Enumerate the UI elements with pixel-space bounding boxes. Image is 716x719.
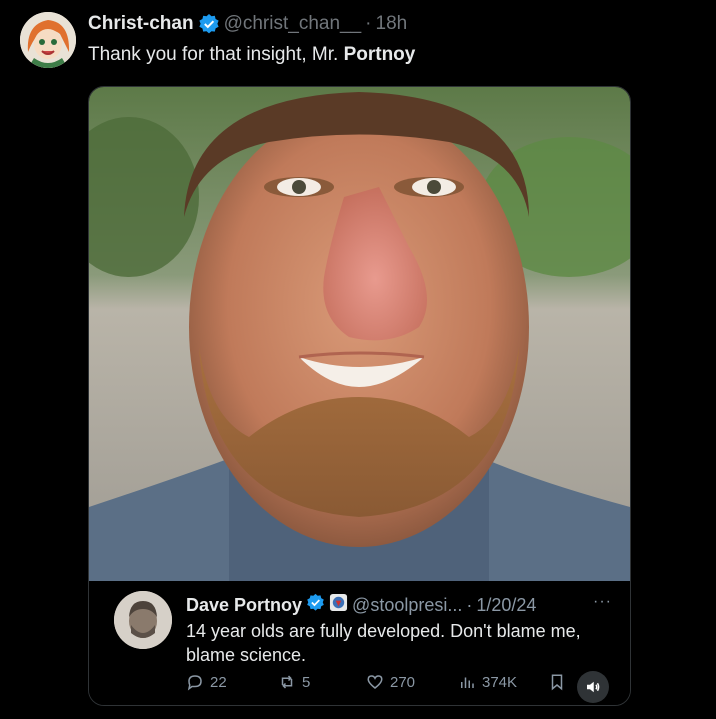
reply-button[interactable]: 22 — [186, 673, 227, 691]
quoted-action-bar: 22 5 270 374K — [186, 673, 616, 695]
bookmark-button[interactable] — [548, 673, 566, 691]
tweet-text: Thank you for that insight, Mr. Portnoy — [88, 44, 415, 66]
quoted-header: Dave Portnoy @stoolpresi... · 1/20/24 — [186, 593, 536, 617]
reply-count: 22 — [210, 673, 227, 691]
bookmark-icon — [551, 674, 563, 691]
separator: · — [365, 13, 372, 34]
views-count: 374K — [482, 673, 518, 691]
tweet-text-bold: Portnoy — [343, 44, 416, 65]
views-button[interactable]: 374K — [458, 673, 517, 691]
sound-icon — [587, 681, 600, 693]
quoted-date[interactable]: 1/20/24 — [476, 595, 536, 616]
repost-button[interactable]: 5 — [278, 673, 310, 691]
stool-logo-icon — [329, 593, 348, 617]
tweet-text-prefix: Thank you for that insight, Mr. — [88, 44, 344, 65]
views-icon — [461, 677, 474, 688]
display-name[interactable]: Christ-chan — [88, 13, 194, 35]
handle[interactable]: @christ_chan__ — [224, 13, 362, 35]
verified-badge-icon[interactable] — [306, 593, 325, 617]
verified-badge-icon[interactable] — [198, 13, 220, 35]
photo[interactable] — [89, 87, 630, 581]
tweet-header: Christ-chan @christ_chan__ · 18h — [88, 13, 407, 35]
repost-icon — [281, 675, 293, 689]
like-count: 270 — [390, 673, 416, 691]
like-icon — [367, 675, 383, 689]
quoted-separator: · — [466, 594, 473, 615]
reply-icon — [187, 675, 202, 691]
quoted-avatar[interactable] — [114, 591, 172, 649]
media-card[interactable]: Dave Portnoy @stoolpresi... · 1/20/24 ··… — [88, 86, 631, 706]
repost-count: 5 — [302, 673, 311, 691]
avatar[interactable] — [20, 12, 76, 68]
quoted-handle[interactable]: @stoolpresi... — [352, 595, 462, 616]
sound-button[interactable] — [577, 671, 609, 703]
like-button[interactable]: 270 — [366, 673, 415, 691]
quoted-display-name[interactable]: Dave Portnoy — [186, 595, 302, 616]
more-options-icon[interactable]: ··· — [593, 593, 612, 611]
timestamp[interactable]: 18h — [376, 13, 408, 35]
quoted-tweet[interactable]: Dave Portnoy @stoolpresi... · 1/20/24 ··… — [89, 581, 630, 705]
quoted-text: 14 year olds are fully developed. Don't … — [186, 621, 581, 665]
